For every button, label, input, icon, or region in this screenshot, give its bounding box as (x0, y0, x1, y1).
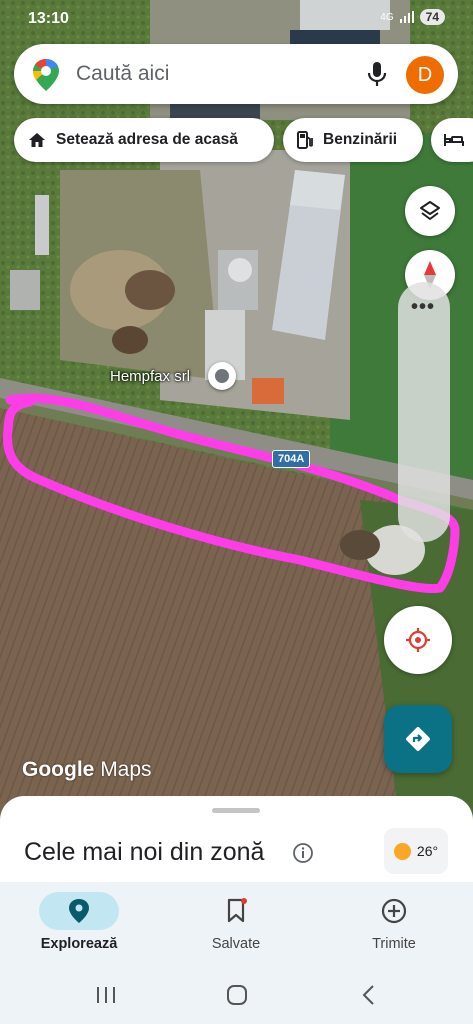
search-bar[interactable]: Caută aici D (14, 44, 458, 104)
directions-icon (406, 727, 430, 751)
more-dots-icon[interactable]: ••• (411, 296, 435, 319)
layers-icon (420, 201, 440, 220)
my-location-button[interactable] (384, 606, 452, 674)
google-maps-pin-icon (33, 59, 59, 91)
battery-indicator: 74 (419, 9, 445, 25)
gas-station-icon (297, 131, 313, 149)
chip-hotels[interactable] (431, 118, 473, 162)
road-shield: 704A (272, 450, 311, 468)
status-time: 13:10 (28, 10, 69, 27)
account-avatar[interactable]: D (406, 56, 444, 94)
explore-bottom-sheet[interactable]: Cele mai noi din zonă 26° (0, 796, 473, 886)
my-location-icon (406, 628, 430, 652)
chip-gas-stations[interactable]: Benzinării (283, 118, 423, 162)
google-maps-logo: Google Maps (22, 758, 152, 781)
weather-chip[interactable]: 26° (384, 828, 448, 874)
nav-contribute[interactable]: Trimite (315, 882, 473, 970)
hotel-bed-icon (444, 134, 464, 146)
explore-pin-icon (69, 899, 89, 923)
info-icon[interactable] (292, 842, 314, 864)
chip-label: Benzinării (323, 131, 398, 148)
back-icon[interactable] (360, 984, 376, 1006)
sheet-title: Cele mai noi din zonă (24, 838, 265, 866)
temperature: 26° (416, 843, 439, 859)
place-label[interactable]: Hempfax srl (110, 368, 190, 385)
nav-explore[interactable]: Explorează (0, 882, 158, 970)
bookmark-icon (227, 898, 247, 923)
chip-label: Setează adresa de acasă (56, 131, 238, 148)
directions-button[interactable] (384, 705, 452, 773)
map-side-panel[interactable]: ••• (398, 282, 450, 542)
sun-icon (393, 842, 411, 860)
bottom-navigation: Explorează Salvate Trimite (0, 882, 473, 970)
chip-home-address[interactable]: Setează adresa de acasă (14, 118, 274, 162)
nav-label: Trimite (372, 936, 416, 952)
network-indicator: 4G (380, 11, 394, 23)
home-button-icon[interactable] (226, 984, 248, 1006)
nav-label: Salvate (211, 936, 261, 952)
system-navigation-bar (0, 970, 473, 1024)
status-bar: 13:10 4G 74 (0, 0, 473, 38)
recent-apps-icon[interactable] (94, 984, 118, 1006)
signal-icon (399, 11, 414, 23)
sheet-drag-handle[interactable] (212, 808, 260, 813)
home-icon (29, 133, 45, 147)
search-input[interactable]: Caută aici (76, 62, 169, 86)
add-circle-icon (381, 898, 407, 924)
place-marker-icon[interactable] (208, 362, 236, 390)
nav-label: Explorează (40, 936, 118, 952)
nav-saved[interactable]: Salvate (157, 882, 315, 970)
microphone-icon[interactable] (366, 60, 388, 88)
layers-button[interactable] (405, 186, 455, 236)
